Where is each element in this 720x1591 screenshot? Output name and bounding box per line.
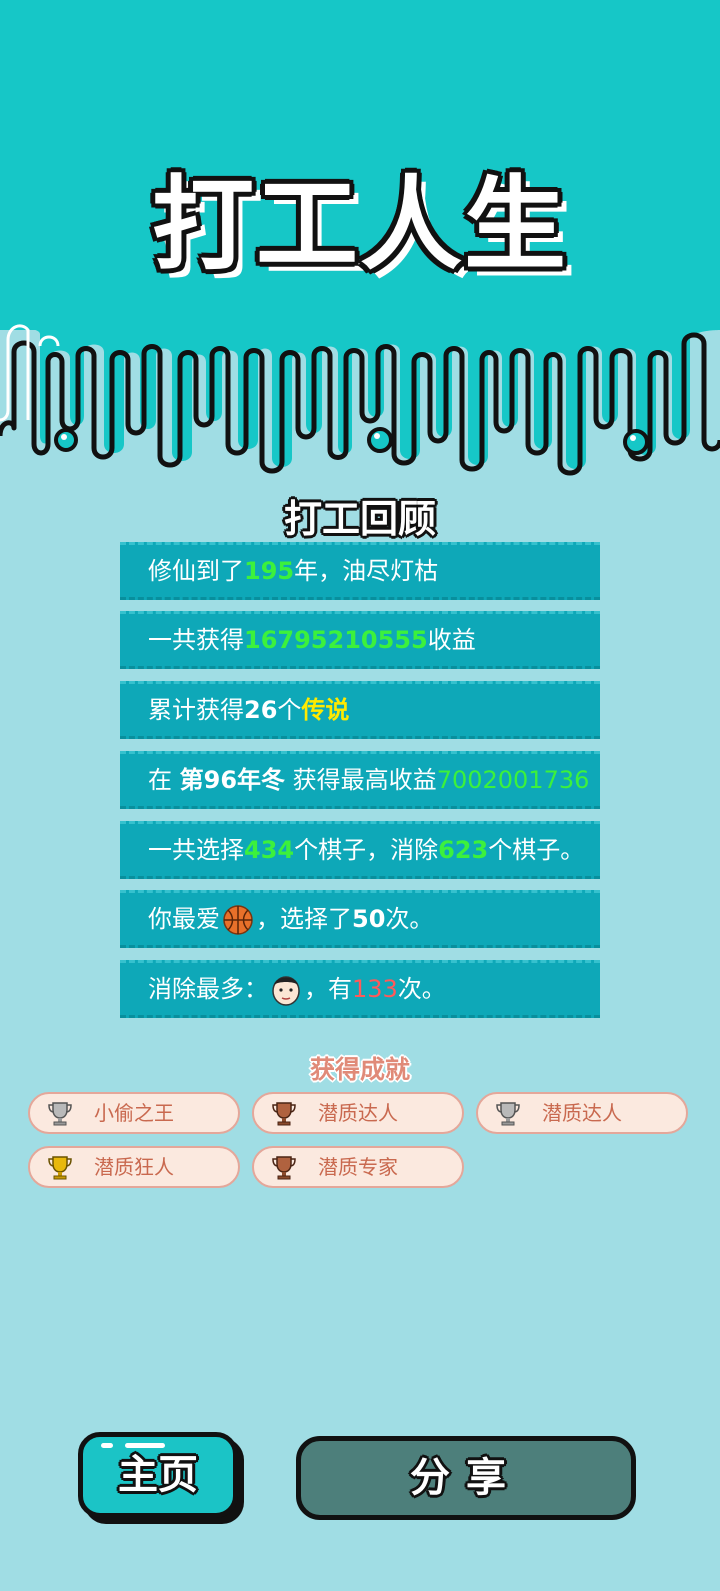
- row-text: 累计获得: [148, 696, 244, 724]
- home-button[interactable]: 主页: [78, 1432, 238, 1518]
- row-text: 个棋子。: [488, 836, 585, 864]
- row-text: 个棋子，消除: [294, 836, 439, 864]
- face-icon: [272, 976, 300, 1006]
- button-shine: [101, 1443, 113, 1448]
- row-value: 195: [244, 557, 295, 585]
- review-row-highest-income: 在 第96年冬 获得最高收益7002001736: [120, 751, 600, 809]
- review-row-lifespan: 修仙到了195年，油尽灯枯: [120, 542, 600, 600]
- achievements-heading: 获得成就: [309, 1055, 410, 1084]
- row-text: 修仙到了: [148, 557, 244, 585]
- row-text: 获得最高收益: [285, 766, 437, 794]
- row-value: 7002001736: [436, 766, 590, 794]
- row-value-selected: 434: [244, 836, 295, 864]
- row-text: 年，油尽灯枯: [294, 557, 439, 585]
- achievement-label: 小偷之王: [94, 1101, 174, 1125]
- review-row-pieces: 一共选择434个棋子，消除623个棋子。: [120, 821, 600, 879]
- review-row-favorite: 你最爱 ，选择了50次。: [120, 890, 600, 948]
- row-text: 次。: [385, 905, 434, 933]
- review-row-total-income: 一共获得16795210555收益: [120, 611, 600, 669]
- row-text: 一共选择: [148, 836, 244, 864]
- share-button-label: 分享: [410, 1455, 522, 1501]
- row-text: 一共获得: [148, 626, 244, 654]
- achievement-badge[interactable]: 潜质达人: [252, 1092, 464, 1134]
- row-text: 在: [148, 766, 180, 794]
- share-button[interactable]: 分享: [296, 1436, 636, 1520]
- page-title: 打工人生: [152, 166, 568, 285]
- row-text: 收益: [427, 626, 476, 654]
- achievement-label: 潜质狂人: [94, 1155, 174, 1179]
- row-text: 次。: [397, 975, 446, 1003]
- achievement-badge[interactable]: 潜质狂人: [28, 1146, 240, 1188]
- achievement-badge[interactable]: 潜质达人: [476, 1092, 688, 1134]
- review-row-most-eliminated: 消除最多： ，有133次。: [120, 960, 600, 1018]
- home-button-label: 主页: [118, 1452, 198, 1498]
- achievement-label: 潜质达人: [318, 1101, 398, 1125]
- row-value-eliminated: 623: [438, 836, 489, 864]
- row-text: ，选择了: [256, 905, 352, 933]
- row-value: 133: [352, 975, 398, 1003]
- row-text: 消除最多：: [148, 975, 268, 1003]
- review-row-legends: 累计获得26个传说: [120, 681, 600, 739]
- row-value: 16795210555: [244, 626, 428, 654]
- achievement-label: 潜质专家: [318, 1155, 398, 1179]
- row-text: ，有: [304, 975, 352, 1003]
- row-value: 26: [244, 696, 278, 724]
- row-season: 第96年冬: [179, 766, 286, 794]
- review-heading: 打工回顾: [283, 497, 436, 541]
- row-value: 50: [352, 905, 386, 933]
- achievement-label: 潜质达人: [542, 1101, 622, 1125]
- row-legend-label: 传说: [301, 696, 350, 724]
- achievement-badge[interactable]: 潜质专家: [252, 1146, 464, 1188]
- basketball-icon: [223, 905, 253, 935]
- row-text: 个: [277, 696, 302, 724]
- button-shine: [125, 1443, 165, 1448]
- row-text: 你最爱: [148, 905, 220, 933]
- achievement-badge[interactable]: 小偷之王: [28, 1092, 240, 1134]
